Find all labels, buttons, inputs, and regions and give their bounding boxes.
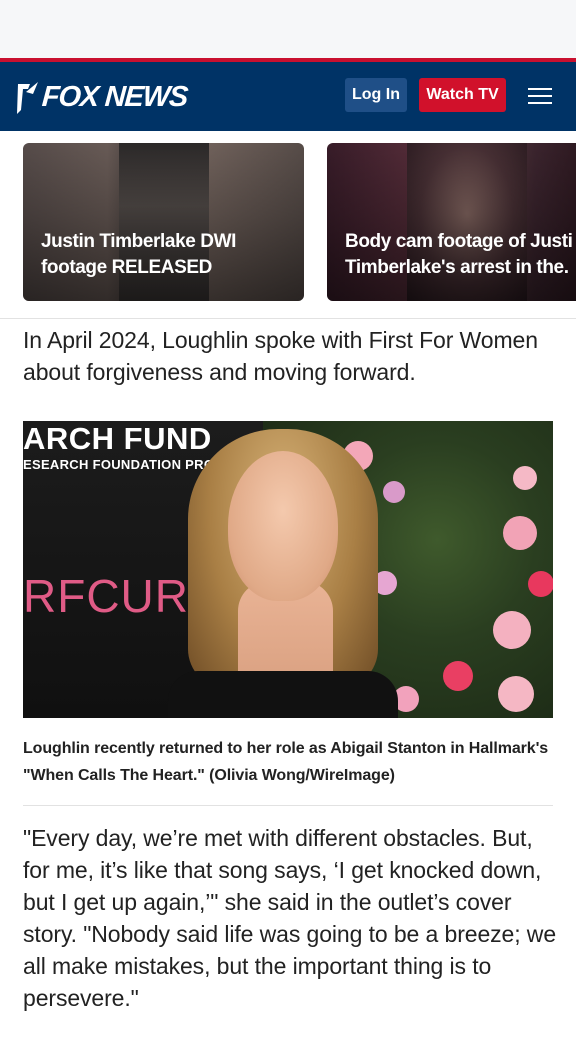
status-bar-area <box>0 0 576 58</box>
portrait-face <box>228 451 338 601</box>
login-button[interactable]: Log In <box>345 78 407 112</box>
hamburger-menu-icon[interactable] <box>528 88 554 106</box>
video-card-title: Justin Timberlake DWI footage RELEASED <box>41 231 237 278</box>
watch-tv-button[interactable]: Watch TV <box>419 78 506 112</box>
video-card-title: Body cam footage of Justi Timberlake's a… <box>345 231 573 278</box>
article-paragraph: In April 2024, Loughlin spoke with First… <box>23 327 538 385</box>
logo-wordmark: FOX NEWS <box>40 80 189 113</box>
article-paragraph: "Every day, we’re met with different obs… <box>23 825 557 1011</box>
section-divider <box>23 805 553 806</box>
article-photo[interactable]: ARCH FUND ESEARCH FOUNDATION PROGRAM RFC… <box>23 421 553 718</box>
video-card[interactable]: Justin Timberlake DWI footage RELEASED <box>23 143 304 301</box>
fox-logo-mark-icon <box>17 82 38 114</box>
backdrop-text: ARCH FUND <box>23 421 212 456</box>
photo-caption: Loughlin recently returned to her role a… <box>23 740 549 784</box>
site-header: FOX NEWS Log In Watch TV <box>0 62 576 131</box>
portrait-dress <box>168 671 398 718</box>
video-card[interactable]: Body cam footage of Justi Timberlake's a… <box>327 143 576 301</box>
fox-news-logo[interactable]: FOX NEWS <box>16 79 189 115</box>
section-divider <box>0 318 576 319</box>
